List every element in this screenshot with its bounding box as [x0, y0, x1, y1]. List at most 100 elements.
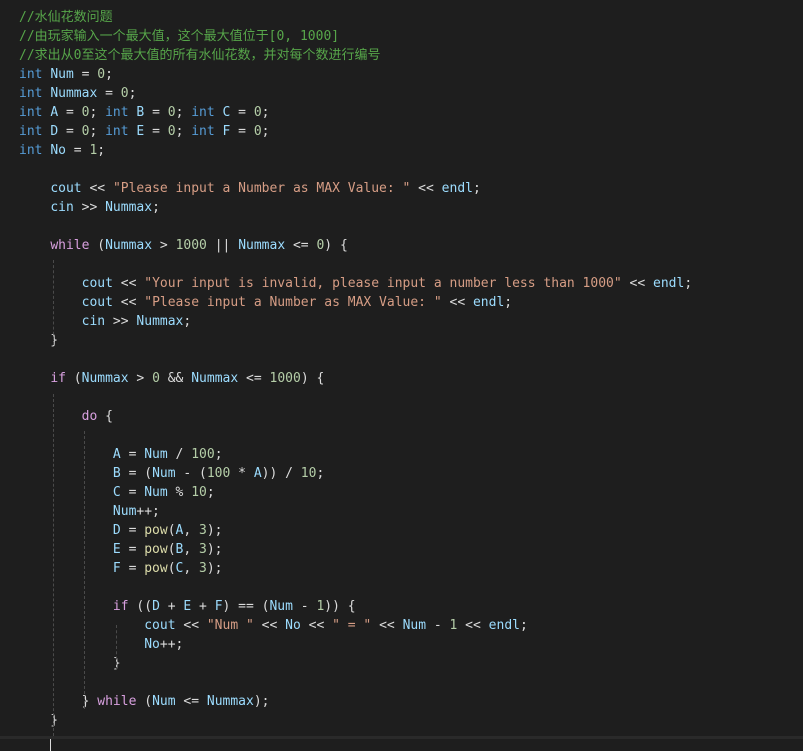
code-token: Nummax — [105, 238, 153, 253]
code-token: , — [183, 523, 200, 538]
code-token: (( — [128, 599, 153, 614]
code-token: - — [426, 618, 450, 633]
code-token: ( — [167, 561, 176, 576]
code-line[interactable]: cout << "Please input a Number as MAX Va… — [19, 293, 513, 312]
code-token: while — [97, 694, 137, 709]
code-token: << — [300, 618, 333, 633]
code-line[interactable]: //由玩家输入一个最大值，这个最大值位于[0, 1000] — [19, 27, 339, 46]
code-token: + — [159, 599, 184, 614]
code-token: 0 — [253, 105, 262, 120]
code-line[interactable]: C = Num % 10; — [19, 483, 215, 502]
code-token: > — [128, 371, 153, 386]
code-token: 0 — [152, 371, 160, 386]
code-line[interactable]: } — [19, 654, 121, 673]
code-token: << — [621, 276, 653, 291]
code-token: int — [19, 86, 43, 101]
code-token: ; — [206, 485, 215, 500]
code-line[interactable]: cout << "Num " << No << " = " << Num - 1… — [19, 616, 528, 635]
code-token: << — [410, 181, 442, 196]
code-token: > — [152, 238, 176, 253]
code-line[interactable]: int Nummax = 0; — [19, 84, 136, 103]
code-token: ) == ( — [222, 599, 270, 614]
code-line[interactable]: if (Nummax > 0 && Nummax <= 1000) { — [19, 369, 324, 388]
code-token: } — [19, 656, 121, 671]
code-token: ); — [206, 542, 223, 557]
code-token: ; — [472, 181, 481, 196]
code-token: D — [112, 523, 121, 538]
code-line[interactable]: A = Num / 100; — [19, 445, 223, 464]
code-line[interactable]: int A = 0; int B = 0; int C = 0; — [19, 103, 270, 122]
code-line[interactable]: F = pow(C, 3); — [19, 559, 223, 578]
code-token: int — [191, 124, 215, 139]
code-token: <= — [175, 694, 207, 709]
code-token: Num — [269, 599, 293, 614]
code-token: 100 — [206, 466, 231, 481]
code-line[interactable]: int Num = 0; — [19, 65, 113, 84]
code-line[interactable]: //求出从0至这个最大值的所有水仙花数，并对每个数进行编号 — [19, 46, 380, 65]
code-token: >> — [105, 314, 137, 329]
code-token: << — [253, 618, 286, 633]
code-line[interactable]: Num++; — [19, 502, 160, 521]
code-token: int — [19, 67, 43, 82]
code-token: endl — [441, 181, 473, 196]
code-line[interactable]: cin >> Nummax; — [19, 198, 160, 217]
code-editor[interactable]: //水仙花数问题 //由玩家输入一个最大值，这个最大值位于[0, 1000] //求… — [0, 0, 803, 751]
code-line[interactable]: int D = 0; int E = 0; int F = 0; — [19, 122, 270, 141]
code-line[interactable]: No++; — [19, 635, 183, 654]
code-token: if — [112, 599, 129, 614]
code-token: cout — [50, 181, 82, 196]
code-token: "Please input a Number as MAX Value: " — [144, 295, 442, 310]
code-token: <= — [238, 371, 270, 386]
code-token: D — [152, 599, 160, 614]
code-token: cout — [81, 295, 113, 310]
code-line[interactable]: cin >> Nummax; — [19, 312, 192, 331]
code-line[interactable]: int No = 1; — [19, 141, 105, 160]
code-token: ( — [167, 542, 176, 557]
code-line[interactable]: } while (Num <= Nummax); — [19, 692, 270, 711]
code-line[interactable]: if ((D + E + F) == (Num - 1)) { — [19, 597, 356, 616]
code-token: F — [112, 561, 121, 576]
code-token: 100 — [191, 447, 215, 462]
code-token: ; — [504, 295, 513, 310]
code-token: Num — [144, 485, 168, 500]
code-token: Nummax — [81, 371, 129, 386]
code-token: //水仙花数问题 — [19, 10, 113, 25]
code-line[interactable]: cout << "Your input is invalid, please i… — [19, 274, 693, 293]
code-token: && — [159, 371, 192, 386]
code-token: = — [120, 447, 145, 462]
code-token: 1000 — [175, 238, 207, 253]
indent-guide — [53, 394, 54, 736]
code-line[interactable]: B = (Num - (100 * A)) / 10; — [19, 464, 324, 483]
code-line[interactable]: //水仙花数问题 — [19, 8, 113, 27]
code-line[interactable]: E = pow(B, 3); — [19, 540, 223, 559]
code-line[interactable]: cout << "Please input a Number as MAX Va… — [19, 179, 481, 198]
code-token: = — [230, 105, 254, 120]
code-token: Num — [144, 447, 168, 462]
code-token: int — [191, 105, 215, 120]
code-token: = — [73, 67, 98, 82]
code-token: 10 — [191, 485, 207, 500]
code-token: Nummax — [191, 371, 239, 386]
code-token: { — [97, 409, 113, 424]
code-token: ++; — [159, 637, 184, 652]
code-token: " = " — [332, 618, 372, 633]
code-token: = — [144, 124, 168, 139]
code-token: = — [120, 542, 145, 557]
code-token: ); — [206, 523, 223, 538]
code-token: )) / — [261, 466, 301, 481]
code-line[interactable]: do { — [19, 407, 113, 426]
code-token: "Your input is invalid, please input a n… — [144, 276, 622, 291]
code-line[interactable]: D = pow(A, 3); — [19, 521, 223, 540]
code-line[interactable]: while (Nummax > 1000 || Nummax <= 0) { — [19, 236, 347, 255]
code-token: Nummax — [136, 314, 184, 329]
code-token: ; — [97, 143, 106, 158]
code-token: E — [112, 542, 121, 557]
code-token: pow — [144, 542, 168, 557]
